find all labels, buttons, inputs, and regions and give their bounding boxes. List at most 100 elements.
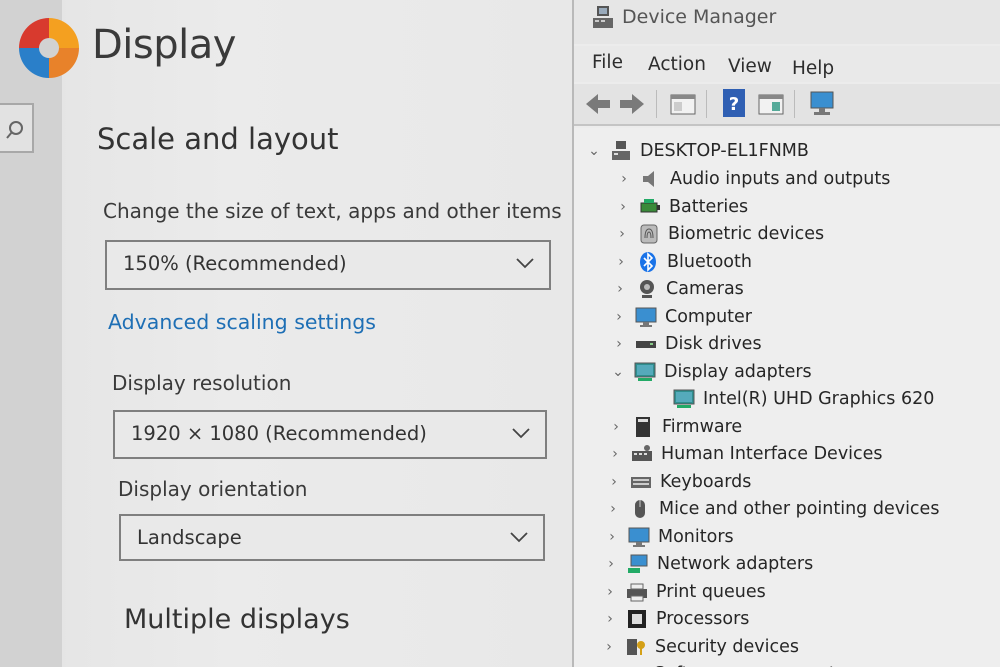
advanced-scaling-link[interactable]: Advanced scaling settings — [108, 310, 376, 334]
chevron-right-icon[interactable]: › — [605, 446, 625, 462]
device-category[interactable]: › Network adapters — [601, 553, 813, 575]
firmware-icon — [632, 416, 654, 438]
hid-icon — [631, 443, 653, 465]
device-item[interactable]: Intel(R) UHD Graphics 620 — [647, 388, 934, 410]
network-adapter-icon — [627, 553, 649, 575]
device-category[interactable]: › Biometric devices — [612, 223, 824, 245]
chevron-right-icon[interactable]: › — [601, 556, 621, 572]
keyboard-icon — [630, 471, 652, 493]
chevron-down-icon — [510, 532, 528, 543]
device-category[interactable]: › Processors — [600, 608, 749, 630]
menu-help[interactable]: Help — [792, 58, 834, 79]
chevron-right-icon[interactable]: › — [610, 281, 630, 297]
back-icon[interactable] — [584, 92, 612, 116]
display-adapter-icon — [634, 361, 656, 383]
title-bar[interactable]: Device Manager — [574, 0, 1000, 44]
device-category[interactable]: › Firmware — [606, 416, 742, 438]
printer-icon — [626, 581, 648, 603]
resolution-dropdown[interactable]: 1920 × 1080 (Recommended) — [113, 410, 547, 459]
chevron-right-icon[interactable]: › — [609, 336, 629, 352]
menu-action[interactable]: Action — [648, 54, 706, 75]
chevron-right-icon[interactable]: › — [611, 254, 631, 270]
computer-root-icon — [610, 140, 632, 162]
device-category[interactable]: › Disk drives — [609, 333, 762, 355]
device-category[interactable]: › Audio inputs and outputs — [614, 168, 890, 190]
chevron-right-icon[interactable]: › — [603, 501, 623, 517]
device-label: Biometric devices — [668, 224, 825, 244]
battery-icon — [639, 196, 661, 218]
search-box[interactable] — [0, 103, 34, 153]
device-label: Bluetooth — [667, 251, 752, 272]
device-label: Print queues — [656, 581, 766, 602]
properties-icon[interactable] — [670, 92, 696, 116]
device-label: Keyboards — [660, 471, 752, 492]
device-category[interactable]: › Mice and other pointing devices — [603, 498, 939, 520]
tree-root[interactable]: ⌄ DESKTOP-EL1FNMB — [584, 140, 809, 162]
chevron-right-icon[interactable]: › — [609, 309, 629, 325]
processor-icon — [626, 608, 648, 630]
device-label: Cameras — [666, 279, 744, 299]
chevron-right-icon[interactable]: › — [600, 611, 620, 627]
chevron-right-icon[interactable]: › — [604, 474, 624, 490]
device-category[interactable]: ⌄ Display adapters — [608, 361, 812, 383]
resolution-value: 1920 × 1080 (Recommended) — [131, 422, 427, 445]
device-category[interactable]: › Security devices — [599, 636, 799, 658]
chevron-down-icon[interactable]: ⌄ — [608, 364, 628, 380]
scale-layout-heading: Scale and layout — [97, 122, 339, 156]
device-label: Network adapters — [657, 554, 814, 574]
chevron-right-icon[interactable]: › — [612, 226, 632, 242]
chevron-right-icon[interactable]: › — [606, 419, 626, 435]
device-category[interactable]: › Monitors — [602, 526, 734, 548]
device-category[interactable]: ›Software components — [598, 663, 845, 667]
device-category[interactable]: › Computer — [609, 306, 752, 328]
menu-file[interactable]: File — [592, 52, 623, 73]
scan-hardware-icon[interactable] — [808, 90, 836, 118]
device-category[interactable]: › Print queues — [600, 581, 766, 603]
speaker-icon — [640, 168, 662, 190]
device-label: Computer — [665, 306, 752, 327]
device-manager-window: Device Manager File Action View Help ? ⌄… — [572, 0, 1000, 667]
device-category[interactable]: › Cameras — [610, 278, 744, 300]
chevron-right-icon[interactable]: › — [613, 199, 633, 215]
orientation-value: Landscape — [137, 526, 242, 549]
chevron-right-icon[interactable]: › — [602, 529, 622, 545]
orientation-label: Display orientation — [118, 477, 308, 501]
search-icon — [6, 121, 23, 139]
update-driver-icon[interactable] — [758, 92, 784, 116]
camera-icon — [636, 278, 658, 300]
chevron-right-icon[interactable]: › — [614, 171, 634, 187]
root-label: DESKTOP-EL1FNMB — [640, 141, 809, 161]
chevron-right-icon[interactable]: › — [599, 639, 619, 655]
monitor-icon — [635, 306, 657, 328]
chevron-down-icon — [512, 428, 530, 439]
orientation-dropdown[interactable]: Landscape — [119, 514, 545, 561]
device-category[interactable]: › Batteries — [613, 196, 748, 218]
chevron-right-icon[interactable]: › — [600, 584, 620, 600]
device-label: Disk drives — [665, 334, 762, 354]
chevron-down-icon[interactable]: ⌄ — [584, 143, 604, 159]
chevron-down-icon — [516, 258, 534, 269]
help-icon[interactable]: ? — [722, 88, 746, 118]
device-label: Firmware — [662, 416, 743, 437]
toolbar: ? — [574, 84, 1000, 126]
device-category[interactable]: › Bluetooth — [611, 251, 752, 273]
device-label: Human Interface Devices — [661, 444, 883, 464]
device-label: Intel(R) UHD Graphics 620 — [703, 389, 935, 409]
device-label: Display adapters — [664, 361, 812, 382]
device-label: Audio inputs and outputs — [670, 169, 891, 189]
menu-bar: File Action View Help — [574, 46, 1000, 82]
device-label: Mice and other pointing devices — [659, 499, 940, 519]
scale-label: Change the size of text, apps and other … — [103, 199, 562, 223]
device-label: Monitors — [658, 526, 734, 547]
security-device-icon — [625, 636, 647, 658]
multiple-displays-heading: Multiple displays — [124, 604, 350, 635]
display-adapter-icon — [673, 388, 695, 410]
menu-view[interactable]: View — [728, 56, 772, 77]
device-category[interactable]: › Human Interface Devices — [605, 443, 883, 465]
device-label: Batteries — [669, 196, 749, 217]
device-category[interactable]: › Keyboards — [604, 471, 751, 493]
monitor-icon — [628, 526, 650, 548]
scale-dropdown[interactable]: 150% (Recommended) — [105, 240, 551, 290]
forward-icon[interactable] — [618, 92, 646, 116]
page-title: Display — [92, 22, 236, 68]
